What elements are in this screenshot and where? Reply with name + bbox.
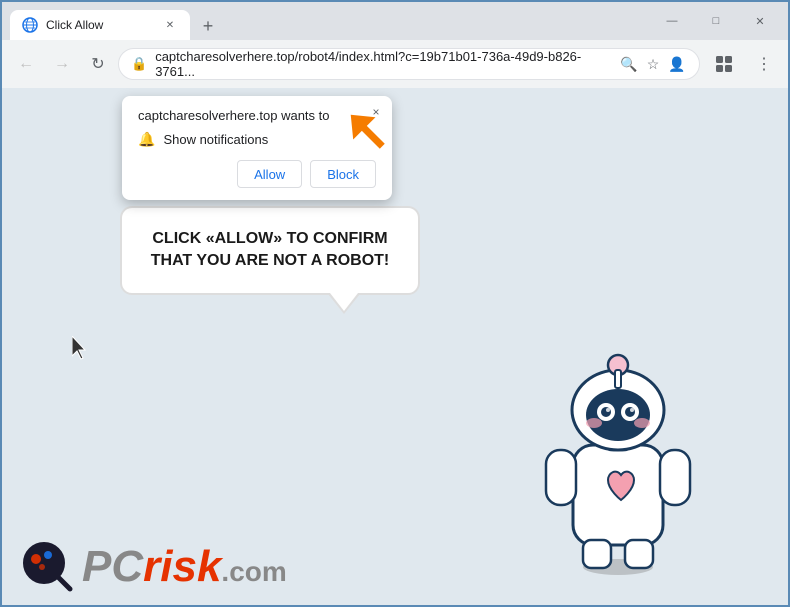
maximize-button[interactable]: □ bbox=[696, 7, 736, 35]
profile-icon[interactable]: 👤 bbox=[667, 54, 687, 74]
robot-svg bbox=[528, 315, 708, 575]
notification-text: Show notifications bbox=[163, 132, 268, 147]
pcrisk-logo: PC risk .com bbox=[22, 541, 287, 593]
browser-window: Click Allow ✕ + — □ ✕ ← → ↻ 🔒 captchares… bbox=[0, 0, 790, 607]
url-text: captcharesolverhere.top/robot4/index.htm… bbox=[155, 49, 611, 79]
robot-character bbox=[528, 315, 708, 575]
active-tab[interactable]: Click Allow ✕ bbox=[10, 10, 190, 40]
lock-icon: 🔒 bbox=[131, 56, 147, 72]
extensions-icon bbox=[715, 55, 733, 73]
close-button[interactable]: ✕ bbox=[740, 7, 780, 35]
pcrisk-com-text: .com bbox=[221, 556, 286, 588]
address-bar-icons: 🔍 ☆ 👤 bbox=[619, 54, 687, 74]
tab-close-button[interactable]: ✕ bbox=[162, 17, 178, 33]
forward-button[interactable]: → bbox=[46, 48, 78, 80]
address-bar[interactable]: 🔒 captcharesolverhere.top/robot4/index.h… bbox=[118, 48, 700, 80]
orange-arrow bbox=[338, 102, 408, 177]
navigation-bar: ← → ↻ 🔒 captcharesolverhere.top/robot4/i… bbox=[2, 40, 788, 88]
pcrisk-brand-text: PC risk .com bbox=[82, 545, 287, 589]
tab-title: Click Allow bbox=[46, 18, 154, 32]
tab-favicon-icon bbox=[22, 17, 38, 33]
allow-button[interactable]: Allow bbox=[237, 160, 302, 188]
star-icon[interactable]: ☆ bbox=[643, 54, 663, 74]
bell-icon: 🔔 bbox=[138, 131, 155, 148]
title-bar: Click Allow ✕ + — □ ✕ bbox=[2, 2, 788, 40]
back-button[interactable]: ← bbox=[10, 48, 42, 80]
page-content: captcharesolverhere.top wants to × 🔔 Sho… bbox=[2, 88, 788, 605]
arrow-icon bbox=[338, 102, 408, 172]
mouse-cursor bbox=[72, 336, 92, 360]
pcrisk-risk-text: risk bbox=[143, 545, 221, 589]
minimize-button[interactable]: — bbox=[652, 7, 692, 35]
speech-bubble: CLICK «ALLOW» TO CONFIRM THAT YOU ARE NO… bbox=[120, 206, 420, 295]
chrome-menu-button[interactable]: ⋮ bbox=[748, 48, 780, 80]
pcrisk-ball-icon bbox=[22, 541, 74, 593]
new-tab-button[interactable]: + bbox=[194, 12, 222, 40]
extensions-button[interactable] bbox=[708, 48, 740, 80]
reload-button[interactable]: ↻ bbox=[82, 48, 114, 80]
tab-strip: Click Allow ✕ + bbox=[10, 2, 648, 40]
window-controls: — □ ✕ bbox=[652, 7, 780, 35]
search-icon[interactable]: 🔍 bbox=[619, 54, 639, 74]
pcrisk-pc-text: PC bbox=[82, 545, 143, 589]
cursor-icon bbox=[72, 336, 92, 360]
bubble-text: CLICK «ALLOW» TO CONFIRM THAT YOU ARE NO… bbox=[146, 228, 394, 273]
